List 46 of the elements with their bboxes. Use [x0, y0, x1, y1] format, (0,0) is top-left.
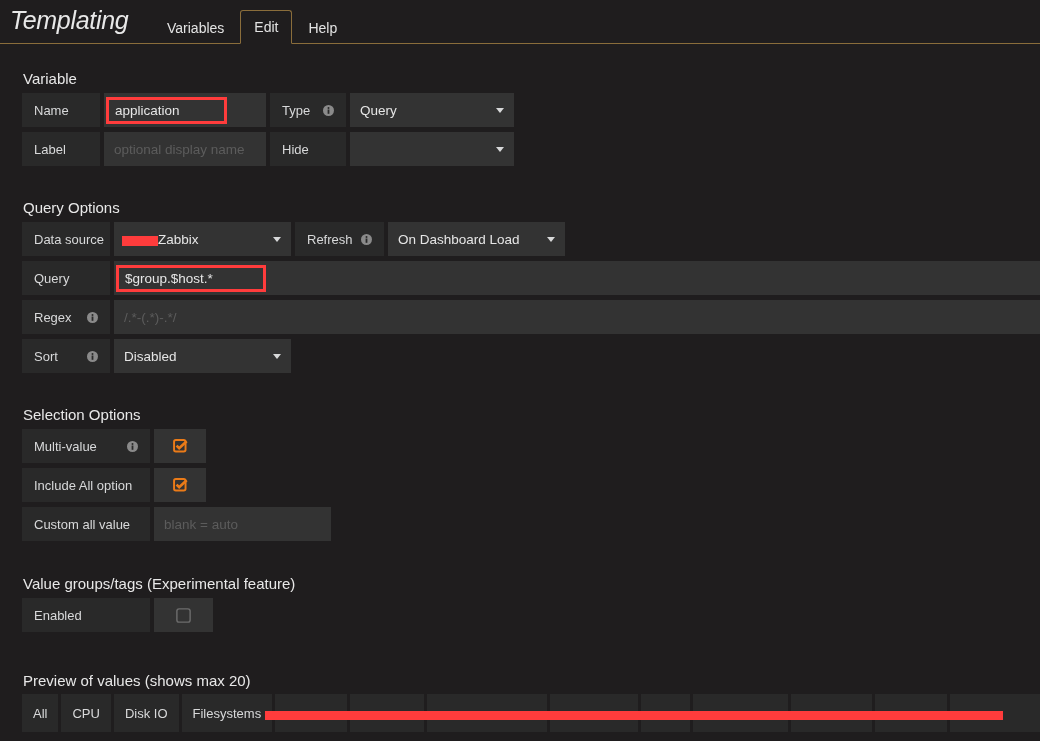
value-tag: Filesystems — [181, 694, 273, 732]
caret-icon — [273, 353, 281, 359]
checkbox-checked-icon — [172, 477, 188, 493]
field-label: Query — [22, 261, 110, 295]
field-label: Enabled — [22, 598, 150, 632]
section-heading: Value groups/tags (Experimental feature) — [23, 575, 297, 592]
checkbox[interactable] — [154, 468, 206, 502]
highlight-frame: $group.$host.* — [116, 264, 266, 292]
caret-icon — [496, 146, 504, 152]
field-label: Refresh — [295, 222, 384, 256]
field-label: Regex — [22, 300, 110, 334]
section-heading: Selection Options — [23, 406, 142, 423]
checkbox-checked-icon — [172, 438, 188, 454]
checkbox-empty-icon — [176, 607, 191, 623]
field-label: Type — [270, 93, 346, 127]
field-label: Hide — [270, 132, 346, 166]
field-label: Include All option — [22, 468, 150, 502]
value-tag: CPU — [61, 694, 111, 732]
field-label: Sort — [22, 339, 110, 373]
checkbox[interactable] — [154, 429, 206, 463]
dropdown[interactable]: Query — [350, 93, 514, 127]
tab[interactable]: Variables — [153, 10, 239, 44]
field-label: Label — [22, 132, 100, 166]
section-heading: Query Options — [23, 199, 121, 216]
tab[interactable]: Help — [294, 10, 352, 44]
field-label: Name — [22, 93, 100, 127]
checkbox[interactable] — [154, 598, 213, 632]
value-tag: Disk IO — [113, 694, 179, 732]
section-heading: Variable — [23, 70, 78, 87]
field-label: Multi-value — [22, 429, 150, 463]
tab[interactable]: Edit — [240, 10, 293, 44]
field-label: Custom all value — [22, 507, 150, 541]
value-tag: All — [22, 694, 59, 732]
dropdown[interactable]: On Dashboard Load — [388, 222, 565, 256]
field-label: Data source — [22, 222, 110, 256]
dropdown[interactable]: Zabbix — [114, 222, 291, 256]
text-field[interactable]: application — [104, 93, 266, 127]
caret-icon — [496, 107, 504, 113]
page-title: Templating — [10, 6, 130, 35]
caret-icon — [547, 236, 555, 242]
text-field[interactable]: /.*-(.*)-.*/ — [114, 300, 1040, 334]
section-heading: Preview of values (shows max 20) — [23, 672, 252, 689]
highlight-frame: application — [106, 96, 227, 124]
text-field[interactable]: $group.$host.* — [114, 261, 1040, 295]
caret-icon — [273, 236, 281, 242]
dropdown[interactable]: Disabled — [114, 339, 291, 373]
